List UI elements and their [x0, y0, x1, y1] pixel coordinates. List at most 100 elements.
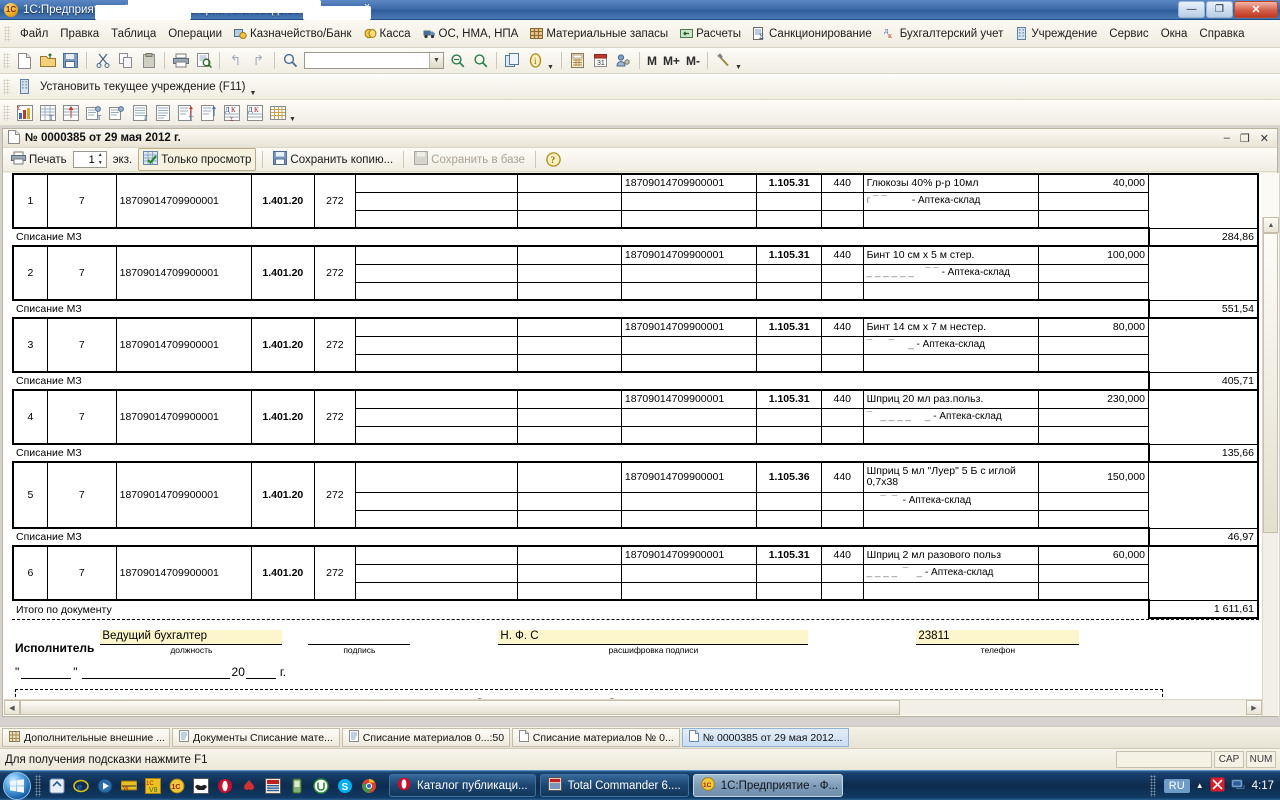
language-indicator[interactable]: RU [1163, 778, 1190, 793]
position-field[interactable]: Ведущий бухгалтер [100, 630, 283, 645]
date-month-field[interactable] [81, 664, 230, 679]
window-tab-writeoff-materials-doc[interactable]: Списание материалов № 0... [511, 728, 680, 747]
help-button[interactable]: ? [543, 150, 564, 170]
chrome-icon[interactable] [358, 775, 380, 797]
scroll-left-button[interactable]: ◀ [4, 700, 20, 715]
windows-start-icon[interactable] [3, 771, 31, 800]
dk-report-icon[interactable]: ДКΣ [221, 103, 242, 123]
subconto-card-icon[interactable] [106, 103, 127, 123]
menu-file[interactable]: Файл [14, 25, 54, 43]
open-folder-icon[interactable] [37, 51, 58, 71]
memory-button-m-minus[interactable]: M- [683, 54, 703, 68]
menu-institution[interactable]: Учреждение [1009, 24, 1103, 43]
taskbar-button-1c[interactable]: 1C 1С:Предприятие - Ф... [692, 774, 843, 797]
1c-icon[interactable]: 1C [166, 775, 188, 797]
scroll-up-button[interactable]: ▲ [1263, 217, 1279, 233]
taskbar-button-total-commander[interactable]: Total Commander 6.... [539, 774, 689, 797]
winamp-icon[interactable]: W [118, 775, 140, 797]
vertical-scroll-thumb[interactable] [1263, 233, 1278, 533]
phone-field[interactable]: 23811 [916, 630, 1080, 645]
spreadsheet-area[interactable]: 1 7 18709014709900001 1.401.20 272 18709… [3, 173, 1279, 716]
find-prev-icon[interactable] [470, 51, 491, 71]
redo-icon[interactable]: ↱ [248, 51, 269, 71]
show-hidden-icons-icon[interactable]: ▲ [1196, 781, 1204, 790]
print-button[interactable]: Печать [7, 149, 71, 170]
search-icon[interactable] [280, 51, 301, 71]
save-icon[interactable] [60, 51, 81, 71]
vertical-scrollbar[interactable]: ▲ ▼ [1262, 217, 1279, 716]
restore-icon[interactable] [46, 775, 68, 797]
users-icon[interactable] [613, 51, 634, 71]
taskbar-button-opera[interactable]: Каталог публикаци... [389, 774, 536, 797]
bat-icon[interactable] [190, 775, 212, 797]
info-icon[interactable]: i [525, 51, 546, 71]
toolbar-grip-2[interactable] [3, 78, 10, 95]
memory-button-m[interactable]: M [644, 54, 660, 68]
network-icon[interactable] [1231, 777, 1246, 795]
menu-edit[interactable]: Правка [54, 25, 105, 43]
menu-settlements[interactable]: Расчеты [674, 24, 747, 43]
kaspersky-icon[interactable] [1210, 777, 1225, 795]
menu-cash[interactable]: Касса [358, 24, 417, 43]
undo-icon[interactable]: ↰ [225, 51, 246, 71]
toolbar-grip-3[interactable] [3, 104, 10, 121]
chess-sheet-icon[interactable] [198, 103, 219, 123]
cut-icon[interactable] [92, 51, 113, 71]
1c-v8-icon[interactable]: 1C V8 [142, 775, 164, 797]
phone-icon[interactable] [286, 775, 308, 797]
signature-field[interactable] [308, 630, 411, 645]
institution-building-icon[interactable] [14, 77, 35, 97]
decoding-field[interactable]: Н. Ф. С [498, 630, 809, 645]
scroll-right-button[interactable]: ▶ [1246, 700, 1262, 715]
spreadsheet-canvas[interactable]: 1 7 18709014709900001 1.401.20 272 18709… [3, 173, 1261, 700]
table-row[interactable]: 1 7 18709014709900001 1.401.20 272 18709… [11, 173, 1260, 247]
dk-card-icon[interactable]: ДК [244, 103, 265, 123]
analysis-subconto-icon[interactable]: T [83, 103, 104, 123]
window-tab-printform-0000385[interactable]: № 0000385 от 29 мая 2012... [681, 728, 850, 747]
table-row[interactable]: 2 7 18709014709900001 1.401.20 272 18709… [11, 245, 1260, 319]
turnover-by-account-icon[interactable]: T [37, 103, 58, 123]
menu-help[interactable]: Справка [1193, 25, 1250, 43]
stepper-arrows-icon[interactable]: ▲ ▼ [96, 153, 105, 166]
menu-windows[interactable]: Окна [1155, 25, 1194, 43]
search-input[interactable]: ▼ [304, 52, 444, 69]
turnover-report-icon[interactable]: Σ [14, 103, 35, 123]
save-copy-button[interactable]: Сохранить копию... [269, 149, 397, 170]
media-player-icon[interactable] [94, 775, 116, 797]
menu-table[interactable]: Таблица [105, 25, 162, 43]
document-close-button[interactable]: ✕ [1260, 132, 1269, 145]
set-institution-label[interactable]: Установить текущее учреждение (F11) [36, 81, 250, 93]
quicklaunch-grip[interactable] [35, 774, 41, 797]
menu-materials[interactable]: Материальные запасы [524, 24, 674, 43]
window-tab-writeoff-materials-list[interactable]: Списание материалов 0...:50 [341, 728, 510, 747]
date-year-field[interactable] [245, 664, 276, 679]
document-minimize-button[interactable]: – [1224, 132, 1230, 145]
toolbar-grip-1[interactable] [3, 52, 10, 69]
skype-icon[interactable]: S [334, 775, 356, 797]
total-commander-icon[interactable] [262, 775, 284, 797]
menu-treasury[interactable]: Казначейство/Банк [228, 24, 357, 43]
menu-grip[interactable] [4, 25, 11, 42]
menu-sanctioning[interactable]: Σ Санкционирование [747, 24, 878, 43]
close-button[interactable]: ✕ [1234, 1, 1278, 18]
table-row[interactable]: 5 7 18709014709900001 1.401.20 272 18709… [11, 461, 1260, 547]
opera-icon[interactable] [214, 775, 236, 797]
main-book-icon[interactable]: T [175, 103, 196, 123]
menu-service[interactable]: Сервис [1103, 25, 1154, 43]
journal-order-icon[interactable] [152, 103, 173, 123]
table-row[interactable]: 6 7 18709014709900001 1.401.20 272 18709… [11, 545, 1260, 619]
menu-operations[interactable]: Операции [162, 25, 228, 43]
window-tab-documents-writeoff[interactable]: Документы Списание мате... [172, 728, 340, 747]
account-journal-icon[interactable]: T [129, 103, 150, 123]
memory-button-m-plus[interactable]: M+ [660, 54, 683, 68]
minimize-button[interactable]: — [1178, 1, 1205, 18]
horizontal-scroll-thumb[interactable] [20, 700, 900, 715]
table-row[interactable]: 3 7 18709014709900001 1.401.20 272 18709… [11, 317, 1260, 391]
reports-dropdown-caret-icon[interactable]: ▼ [289, 116, 296, 123]
calculator-icon[interactable] [567, 51, 588, 71]
preview-only-toggle[interactable]: Только просмотр [138, 148, 257, 171]
spreadsheet-report-icon[interactable] [267, 103, 288, 123]
clock[interactable]: 4:17 [1252, 780, 1274, 792]
account-card-icon[interactable] [60, 103, 81, 123]
info-dropdown-caret-icon[interactable]: ▼ [547, 64, 554, 71]
